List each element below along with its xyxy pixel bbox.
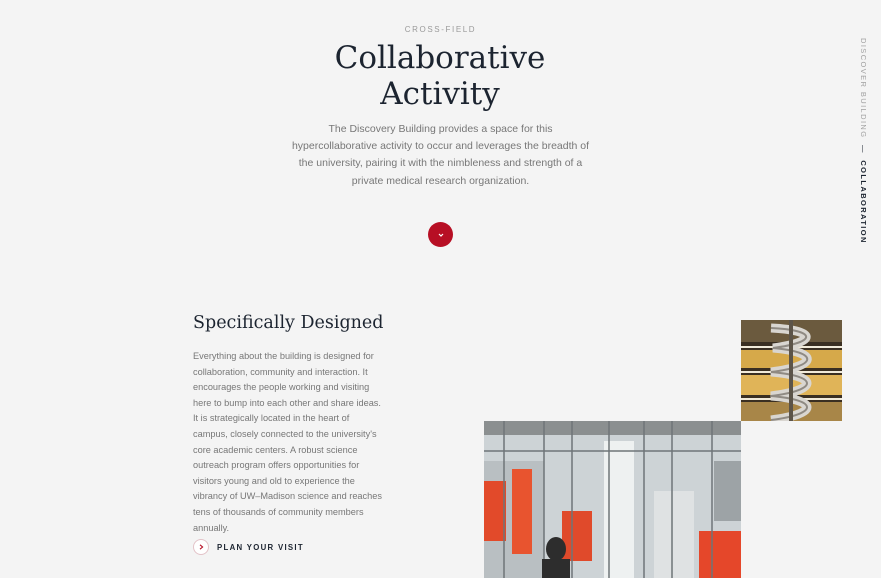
side-nav-parent-link[interactable]: DISCOVER BUILDING — [859, 38, 868, 138]
intro-paragraph: The Discovery Building provides a space … — [291, 123, 590, 187]
side-nav-current-section[interactable]: COLLABORATION — [859, 160, 868, 243]
side-nav-separator: — — [859, 144, 868, 154]
section-heading: Specifically Designed — [193, 313, 384, 333]
page-title-line-2: Activity — [380, 76, 500, 112]
section-paragraph: Everything about the building is designe… — [193, 351, 382, 533]
plan-your-visit-link[interactable]: PLAN YOUR VISIT — [193, 539, 304, 555]
cta-label: PLAN YOUR VISIT — [217, 542, 304, 552]
chevron-right-icon — [199, 544, 203, 550]
cta-circle — [193, 539, 209, 555]
section-eyebrow: CROSS-FIELD — [404, 25, 477, 34]
page-title: Collaborative Activity — [240, 40, 640, 112]
glass-lobby-photo — [484, 421, 741, 578]
chevron-down-icon — [438, 233, 443, 237]
spiral-staircase-photo — [741, 320, 842, 421]
scroll-down-button[interactable] — [428, 222, 453, 247]
page-title-line-1: Collaborative — [334, 40, 546, 76]
section-side-nav: DISCOVER BUILDING — COLLABORATION — [856, 38, 870, 244]
